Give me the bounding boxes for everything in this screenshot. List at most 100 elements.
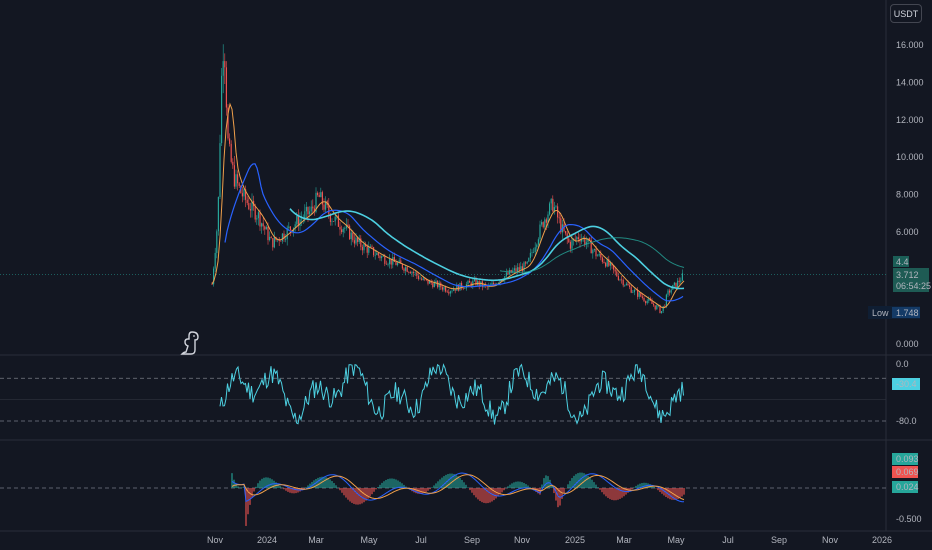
price-panel[interactable] [0, 44, 886, 314]
countdown-label: 06:54:25 [896, 281, 931, 291]
x-tick-label: Nov [822, 535, 839, 545]
macd-histogram-bar [285, 488, 287, 491]
candle-body [270, 236, 272, 239]
candle-body [534, 247, 536, 253]
candle-body [617, 276, 619, 280]
macd-histogram-bar [425, 488, 427, 493]
candle-body [537, 239, 539, 245]
candle-body [677, 280, 679, 288]
candle-body [408, 271, 410, 273]
macd-histogram-bar [509, 484, 511, 488]
macd-histogram-bar [541, 484, 543, 488]
macd-histogram-bar [253, 488, 255, 492]
candle-body [363, 243, 365, 251]
ma-long-line [289, 208, 685, 290]
candle-body [406, 267, 408, 272]
chart-canvas[interactable]: Nov 2024 Mar May Jul Sep Nov 2025 Mar May Jul Sep No… [0, 0, 932, 550]
candle-body [467, 280, 469, 285]
low-value: 1.748 [896, 308, 919, 318]
macd-histogram-bar [389, 478, 391, 488]
candle-body [273, 236, 275, 248]
candle-body [569, 242, 571, 249]
macd-histogram-bar [339, 488, 341, 491]
x-tick-label: Jul [722, 535, 734, 545]
candle-body [646, 300, 648, 304]
macd-histogram-bar [601, 488, 603, 493]
candle-body [334, 216, 336, 222]
oscillator-panel[interactable] [0, 363, 886, 425]
macd-histogram-bar [305, 487, 307, 488]
candle-body [523, 262, 525, 272]
macd-value-label: 0.024 [896, 482, 919, 492]
candle-body [544, 219, 546, 228]
candle-body [264, 226, 266, 230]
x-tick-label: Mar [308, 535, 324, 545]
candle-body [493, 282, 495, 285]
macd-histogram-bar [471, 488, 473, 493]
candle-body [448, 292, 450, 294]
macd-histogram-bar [233, 479, 235, 488]
ma-short-line [211, 102, 685, 309]
macd-histogram-bar [329, 479, 331, 488]
x-tick-label: May [360, 535, 378, 545]
candle-body [662, 305, 664, 312]
candle-body [259, 212, 261, 227]
macd-histogram-bar [589, 477, 591, 488]
macd-histogram-bar [609, 488, 611, 500]
candle-body [577, 237, 579, 240]
candle-body [521, 266, 523, 272]
candle-body [603, 261, 605, 263]
macd-histogram-bar [603, 488, 605, 495]
candle-body [445, 287, 447, 292]
candle-body [216, 231, 218, 253]
candle-body [464, 288, 466, 289]
candle-body [624, 285, 626, 286]
candle-body [366, 246, 368, 253]
macd-histogram-bar [429, 488, 431, 490]
macd-histogram-bar [635, 485, 637, 488]
candle-body [549, 203, 551, 215]
currency-button[interactable]: USDT [890, 4, 922, 23]
macd-histogram-bar [251, 488, 253, 498]
macd-histogram-bar [255, 486, 257, 488]
candle-body [616, 271, 618, 277]
grid-lines [0, 0, 932, 532]
macd-histogram-bar [377, 487, 379, 488]
x-tick-label: Mar [616, 535, 632, 545]
candle-body [413, 272, 415, 274]
candle-body [491, 282, 493, 285]
candle-body [536, 244, 538, 248]
candle-body [533, 252, 535, 253]
macd-histogram-bar [273, 480, 275, 488]
candle-body [619, 279, 621, 281]
macd-histogram-bar [511, 483, 513, 488]
candle-body [600, 253, 602, 258]
candle-body [221, 75, 223, 144]
candle-body [350, 232, 352, 240]
macd-histogram-bar [257, 483, 259, 488]
last-price-label: 3.712 [896, 270, 919, 280]
macd-histogram-bar [563, 488, 565, 494]
candle-body [525, 262, 527, 264]
candle-body [305, 206, 307, 212]
macd-panel[interactable] [0, 472, 886, 526]
candle-body [344, 228, 346, 229]
x-tick-label: Jul [415, 535, 427, 545]
macd-histogram-bar [317, 477, 319, 488]
candle-body [261, 223, 263, 227]
candle-body [661, 311, 663, 314]
candle-body [473, 279, 475, 282]
candle-body [371, 246, 373, 248]
macd-histogram-bar [519, 481, 521, 488]
candle-body [446, 291, 448, 293]
macd-histogram-bar [437, 481, 439, 488]
macd-histogram-bar [435, 483, 437, 488]
candle-body [654, 305, 656, 310]
candle-body [376, 253, 378, 255]
macd-histogram-bar [611, 488, 613, 500]
candle-body [539, 224, 541, 240]
macd-histogram-bar [515, 481, 517, 488]
candle-body [373, 247, 375, 256]
candle-body [606, 259, 608, 267]
price-tags: 4.4 3.71206:54:25 Low 1.748 [868, 256, 931, 319]
